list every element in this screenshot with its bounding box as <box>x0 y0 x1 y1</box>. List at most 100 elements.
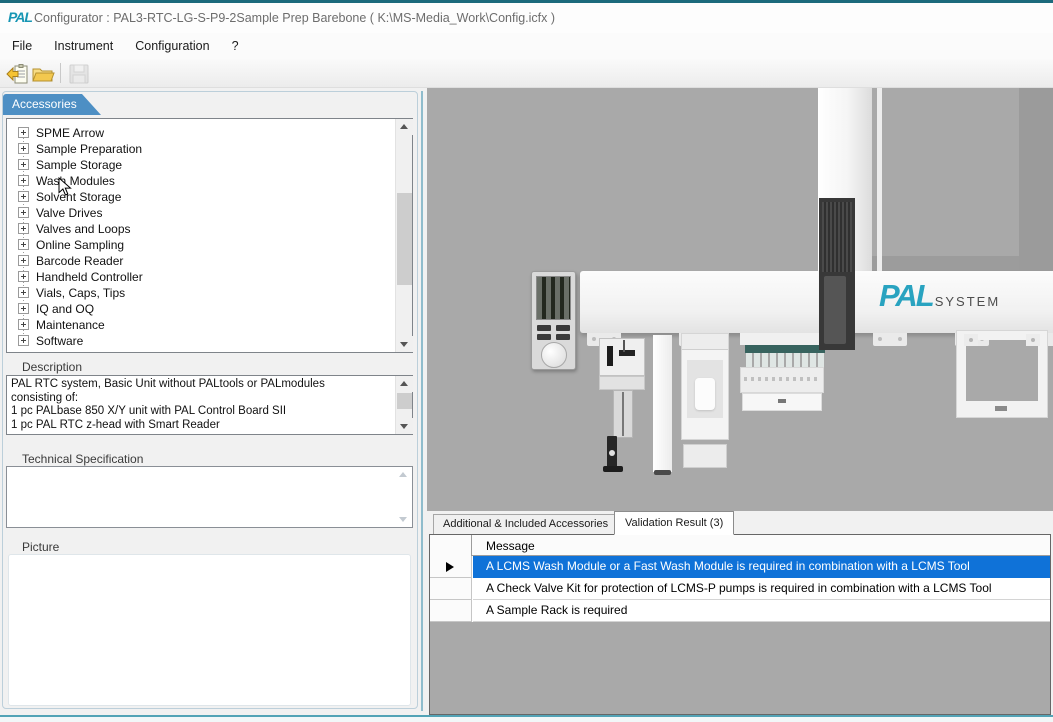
menu-configuration[interactable]: Configuration <box>125 35 219 57</box>
vial <box>746 345 752 369</box>
technical-specification-scrollbar[interactable] <box>395 467 412 527</box>
system-logo-text: SYSTEM <box>935 294 1000 309</box>
column-header-message[interactable]: Message <box>486 539 535 553</box>
validation-result-table: Message A LCMS Wash Module or a Fast Was… <box>429 534 1051 715</box>
row-header-cell[interactable] <box>430 556 472 578</box>
tool-clamp-hole <box>609 450 615 456</box>
tree-item-spme-arrow[interactable]: SPME Arrow <box>7 125 395 141</box>
expand-plus-icon[interactable] <box>18 207 29 218</box>
scrollbar-thumb[interactable] <box>397 193 412 285</box>
picture-box <box>8 554 411 706</box>
expand-plus-icon[interactable] <box>18 335 29 346</box>
expand-plus-icon[interactable] <box>18 143 29 154</box>
scroll-down-icon[interactable] <box>396 418 413 434</box>
accessories-tree[interactable]: SPME Arrow Sample Preparation Sample Sto… <box>6 118 413 353</box>
pal-system-logo: PALSYSTEM <box>879 278 1000 314</box>
scroll-up-icon[interactable] <box>396 119 413 135</box>
menu-bar: File Instrument Configuration ? <box>0 33 1053 59</box>
tree-item-sample-storage[interactable]: Sample Storage <box>7 157 395 173</box>
bottom-tab-strip: Additional & Included Accessories Valida… <box>427 511 1053 535</box>
menu-instrument[interactable]: Instrument <box>44 35 123 57</box>
tab-additional-included-accessories[interactable]: Additional & Included Accessories <box>433 514 618 534</box>
import-config-button[interactable] <box>4 61 29 86</box>
open-file-button[interactable] <box>31 61 56 86</box>
table-corner-cell[interactable] <box>430 535 472 556</box>
controller-button <box>537 334 551 340</box>
import-config-icon <box>6 64 28 84</box>
menu-help[interactable]: ? <box>222 35 249 57</box>
description-box[interactable]: PAL RTC system, Basic Unit without PALto… <box>6 375 413 435</box>
scroll-up-icon[interactable] <box>396 376 413 392</box>
vial-tray-texture <box>744 377 820 381</box>
scroll-down-icon[interactable] <box>396 336 413 352</box>
tree-item-maintenance[interactable]: Maintenance <box>7 317 395 333</box>
tree-scrollbar[interactable] <box>395 119 412 352</box>
save-button[interactable] <box>66 61 91 86</box>
table-row[interactable]: A LCMS Wash Module or a Fast Wash Module… <box>430 556 1050 578</box>
frame-bottom-bar <box>957 401 1047 417</box>
tree-item-sample-preparation[interactable]: Sample Preparation <box>7 141 395 157</box>
toolbar-separator <box>60 63 61 83</box>
panel-splitter[interactable] <box>421 91 423 711</box>
vial-tray-plug <box>778 399 786 403</box>
pal-app-icon: PAL <box>8 9 32 25</box>
expand-plus-icon[interactable] <box>18 255 29 266</box>
tool-tray <box>599 376 645 390</box>
beam-bracket <box>873 333 907 346</box>
tree-item-vials-caps-tips[interactable]: Vials, Caps, Tips <box>7 285 395 301</box>
message-cell[interactable]: A Sample Rack is required <box>473 600 1050 622</box>
table-row[interactable]: A Check Valve Kit for protection of LCMS… <box>430 578 1050 600</box>
empty-rack-frame <box>957 331 1047 417</box>
description-scrollbar[interactable] <box>395 376 412 434</box>
description-text: PAL RTC system, Basic Unit without PALto… <box>11 378 393 432</box>
expand-plus-icon[interactable] <box>18 239 29 250</box>
technical-specification-box[interactable] <box>6 466 413 528</box>
vial <box>770 345 776 369</box>
current-row-indicator-icon <box>446 562 454 572</box>
tree-item-online-sampling[interactable]: Online Sampling <box>7 237 395 253</box>
scrollbar-thumb[interactable] <box>397 393 412 409</box>
expand-plus-icon[interactable] <box>18 287 29 298</box>
render-shading <box>1019 88 1053 272</box>
tree-item-software[interactable]: Software <box>7 333 395 349</box>
expand-plus-icon[interactable] <box>18 271 29 282</box>
message-cell[interactable]: A LCMS Wash Module or a Fast Wash Module… <box>473 556 1050 578</box>
vial-tray-mount <box>740 333 824 345</box>
expand-plus-icon[interactable] <box>18 159 29 170</box>
window-title: Configurator : PAL3-RTC-LG-S-P9-2Sample … <box>34 11 555 25</box>
vial <box>778 345 784 369</box>
expand-plus-icon[interactable] <box>18 191 29 202</box>
row-header-cell[interactable] <box>430 600 472 622</box>
expand-plus-icon[interactable] <box>18 319 29 330</box>
tree-item-valve-drives[interactable]: Valve Drives <box>7 205 395 221</box>
expand-plus-icon[interactable] <box>18 223 29 234</box>
tree-item-iq-and-oq[interactable]: IQ and OQ <box>7 301 395 317</box>
vial-tray <box>740 333 824 411</box>
tree-item-valves-and-loops[interactable]: Valves and Loops <box>7 221 395 237</box>
tree-item-barcode-reader[interactable]: Barcode Reader <box>7 253 395 269</box>
message-cell[interactable]: A Check Valve Kit for protection of LCMS… <box>473 578 1050 600</box>
toolbar <box>0 59 1053 88</box>
mouse-cursor <box>58 177 72 198</box>
controller-screen <box>536 276 571 320</box>
expand-plus-icon[interactable] <box>18 303 29 314</box>
tab-validation-result[interactable]: Validation Result (3) <box>614 511 734 535</box>
z-head-slide <box>824 276 846 344</box>
wash-bottle <box>695 378 715 410</box>
tool-foot <box>603 466 623 472</box>
table-row[interactable]: A Sample Rack is required <box>430 600 1050 622</box>
expand-plus-icon[interactable] <box>18 175 29 186</box>
scroll-up-icon[interactable] <box>395 467 412 483</box>
tree-viewport: SPME Arrow Sample Preparation Sample Sto… <box>7 119 395 352</box>
menu-file[interactable]: File <box>2 35 42 57</box>
frame-notch <box>995 406 1007 411</box>
scroll-down-icon[interactable] <box>395 511 412 527</box>
support-leg-foot <box>654 470 671 475</box>
support-leg <box>653 335 672 472</box>
expand-plus-icon[interactable] <box>18 127 29 138</box>
vial <box>762 345 768 369</box>
tree-item-handheld-controller[interactable]: Handheld Controller <box>7 269 395 285</box>
row-header-cell[interactable] <box>430 578 472 600</box>
controller-button <box>556 334 570 340</box>
tower-rail <box>877 88 882 274</box>
